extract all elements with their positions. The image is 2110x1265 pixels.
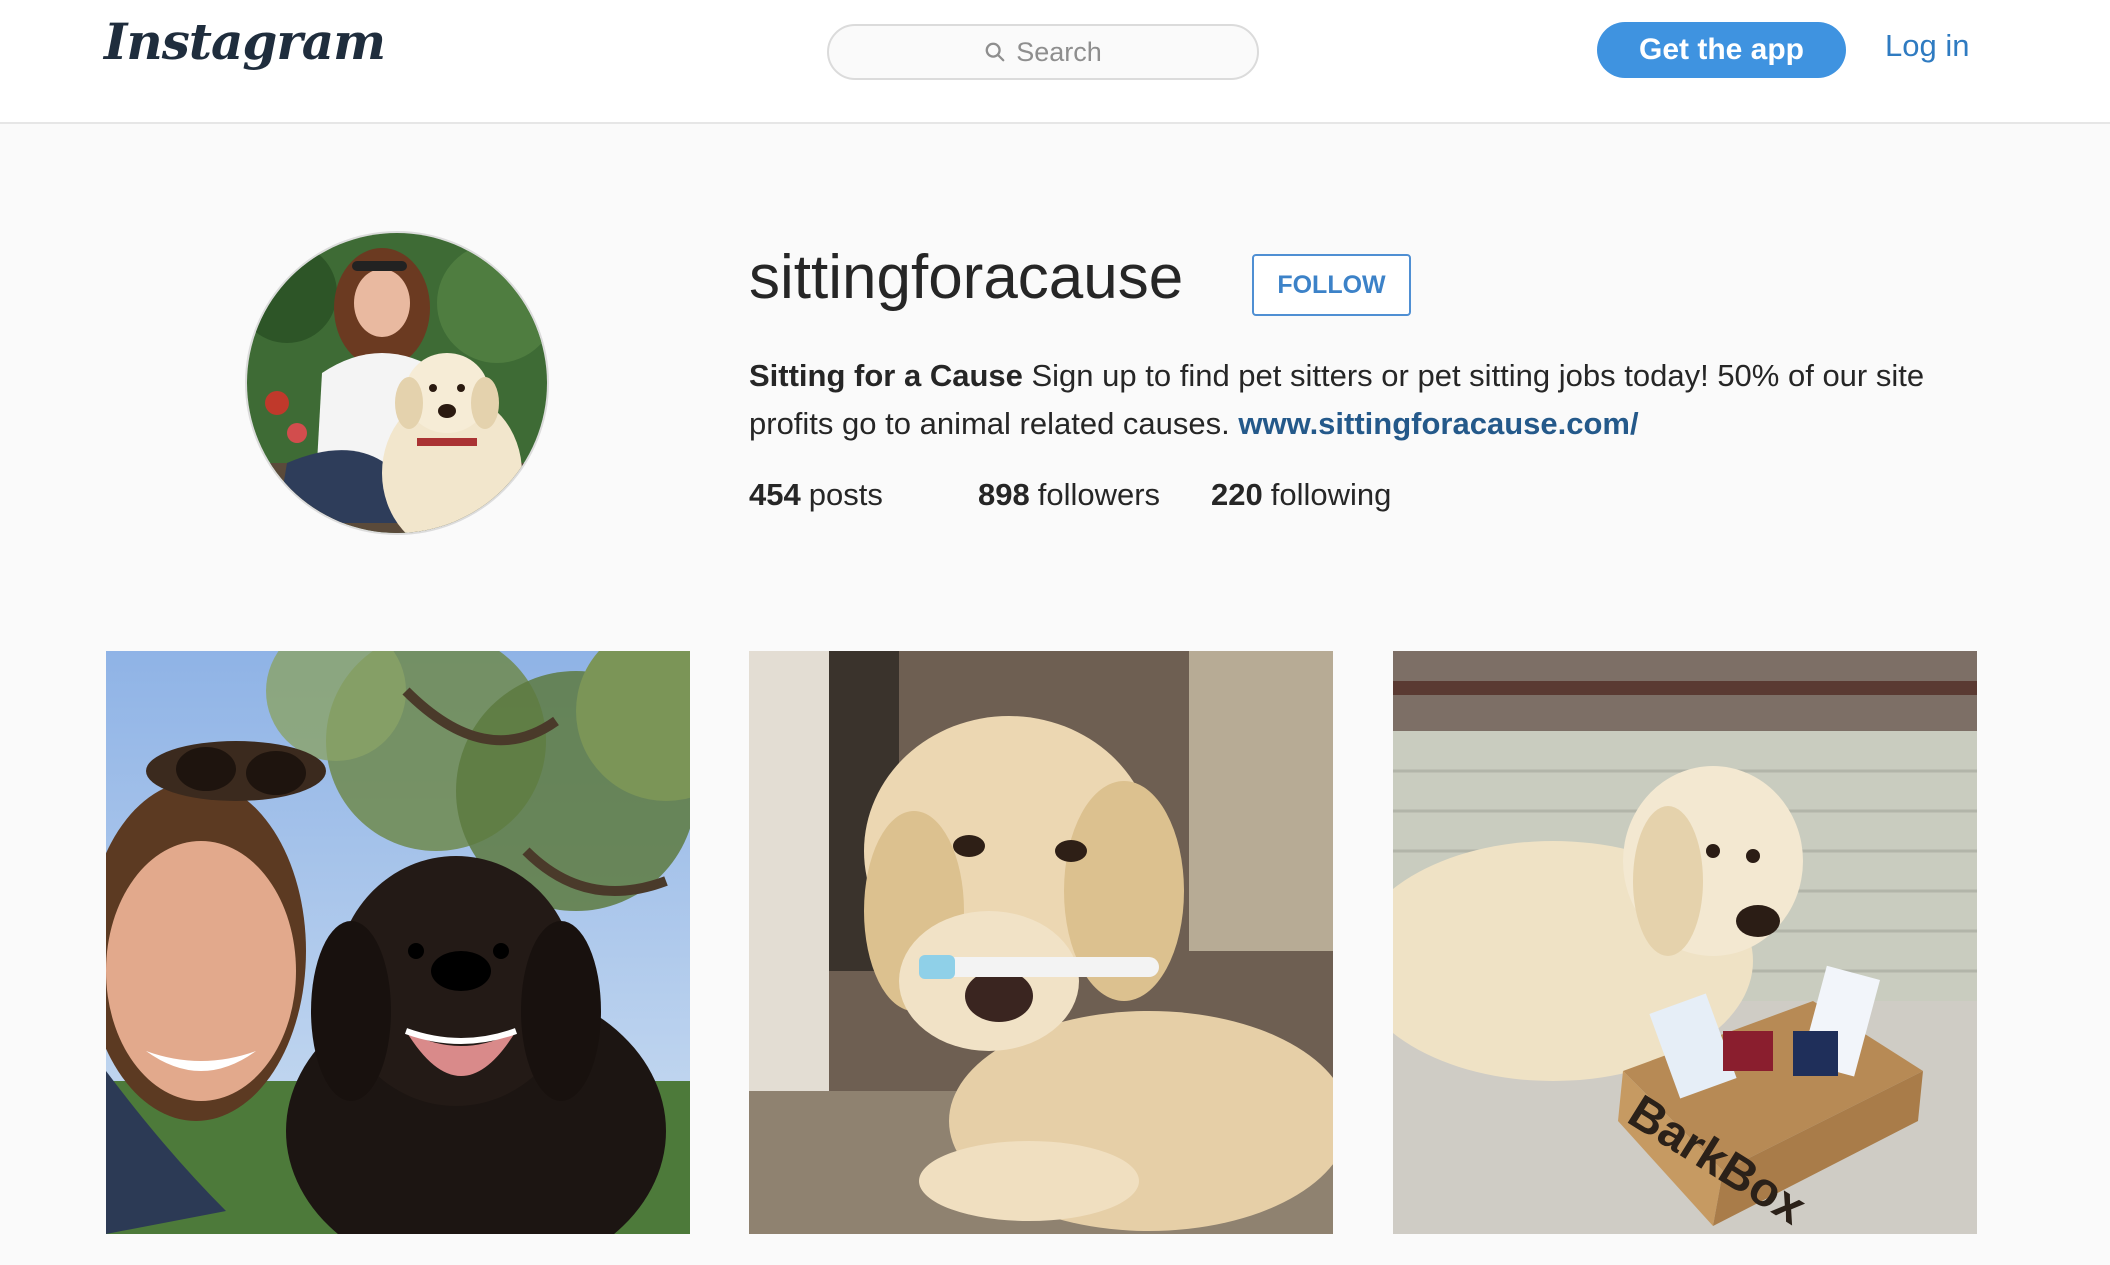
log-in-link[interactable]: Log in: [1885, 28, 1969, 64]
search-placeholder: Search: [1016, 36, 1102, 67]
profile-bio: Sitting for a Cause Sign up to find pet …: [749, 352, 1979, 448]
followers-number: 898: [978, 477, 1030, 512]
search-icon: [985, 42, 1005, 62]
profile-avatar: [245, 231, 549, 535]
instagram-logo[interactable]: Instagram: [104, 12, 386, 71]
post-thumbnail-3[interactable]: BarkBox: [1393, 651, 1977, 1234]
profile-stats: 454 posts 898 followers 220 following: [749, 477, 1391, 513]
following-label: following: [1270, 477, 1392, 512]
followers-count[interactable]: 898 followers: [978, 477, 1211, 513]
posts-label: posts: [808, 477, 883, 512]
search-input[interactable]: Search: [827, 24, 1259, 80]
post-thumbnail-2[interactable]: [749, 651, 1333, 1234]
follow-button[interactable]: FOLLOW: [1252, 254, 1411, 316]
profile-username: sittingforacause: [749, 243, 1184, 312]
followers-label: followers: [1037, 477, 1161, 512]
post-thumbnail-1[interactable]: [106, 651, 690, 1234]
top-navigation-bar: Instagram Search Get the app Log in: [0, 0, 2110, 124]
get-the-app-button[interactable]: Get the app: [1597, 22, 1846, 78]
profile-full-name: Sitting for a Cause: [749, 358, 1023, 393]
profile-website-link[interactable]: www.sittingforacause.com/: [1238, 406, 1638, 441]
following-number: 220: [1211, 477, 1263, 512]
posts-number: 454: [749, 477, 801, 512]
following-count[interactable]: 220 following: [1211, 477, 1391, 513]
posts-count: 454 posts: [749, 477, 978, 513]
